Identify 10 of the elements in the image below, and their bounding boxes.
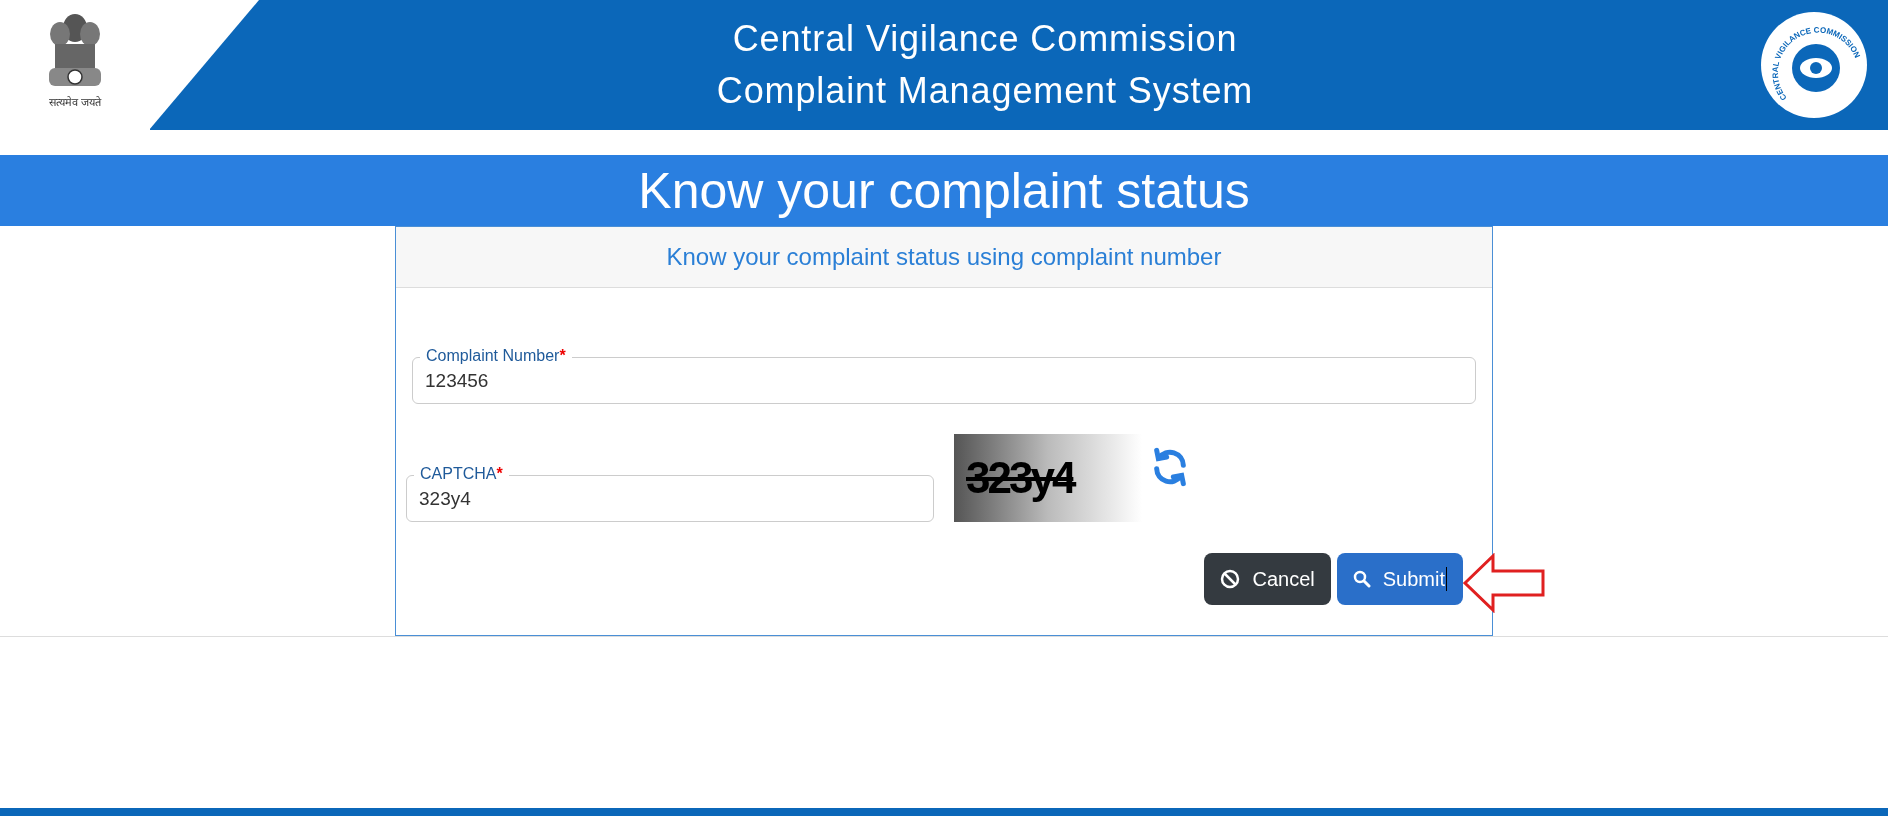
header-title: Complaint Management System [716,69,1254,113]
cancel-icon [1220,569,1241,589]
card-heading: Know your complaint status using complaint number [666,242,1222,272]
field-label: Complaint Number* [420,346,572,366]
submit-button[interactable]: Submit [1336,553,1463,605]
cancel-button[interactable]: Cancel [1204,553,1331,605]
search-icon [1352,570,1371,588]
header-title: Central Vigilance Commission [732,17,1238,61]
emblem-motto: सत्यमेव जयते [48,95,102,110]
banner-title: Know your complaint status [638,165,1250,216]
